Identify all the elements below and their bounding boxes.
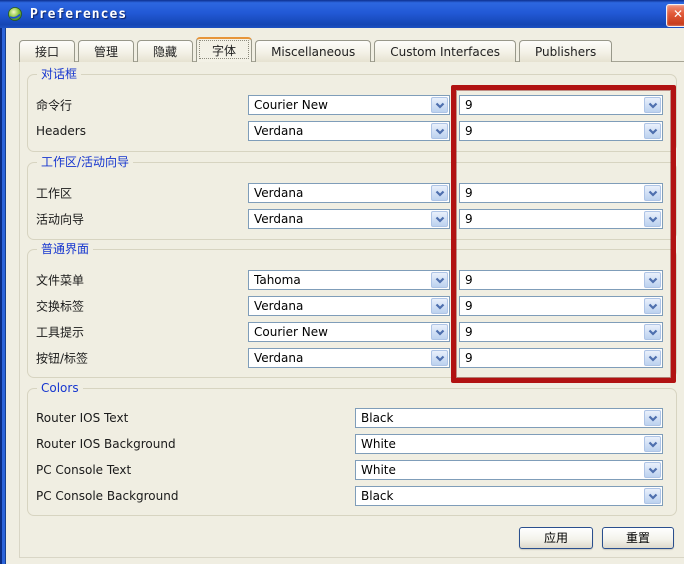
- router-ios-text-color-select[interactable]: Black: [355, 408, 663, 428]
- switch-tabs-font-select[interactable]: Verdana: [248, 296, 450, 316]
- chevron-down-icon: [644, 324, 661, 340]
- activity-wizard-size-select[interactable]: 9: [459, 209, 663, 229]
- group-workspace: 工作区/活动向导 工作区 Verdana 9 活动向导 Verdana: [27, 162, 677, 240]
- command-line-font-select[interactable]: Courier New: [248, 95, 450, 115]
- row-command-line: 命令行 Courier New 9: [36, 95, 676, 115]
- tooltip-label: 工具提示: [36, 324, 84, 341]
- chevron-down-icon: [644, 123, 661, 139]
- chevron-down-icon: [644, 488, 661, 504]
- router-ios-background-color-select[interactable]: White: [355, 434, 663, 454]
- headers-label: Headers: [36, 124, 86, 138]
- tab-publishers[interactable]: Publishers: [519, 40, 612, 62]
- chevron-down-icon: [431, 324, 448, 340]
- row-activity-wizard: 活动向导 Verdana 9: [36, 209, 676, 229]
- reset-button[interactable]: 重置: [602, 527, 674, 549]
- tab-font[interactable]: 字体: [196, 37, 252, 62]
- group-dialogs: 对话框 命令行 Courier New 9 Headers Verdana: [27, 74, 677, 152]
- group-workspace-title: 工作区/活动向导: [37, 155, 133, 170]
- file-menu-font-select[interactable]: Tahoma: [248, 270, 450, 290]
- chevron-down-icon: [431, 211, 448, 227]
- chevron-down-icon: [644, 410, 661, 426]
- row-pc-console-background: PC Console Background Black: [36, 486, 676, 506]
- close-button[interactable]: ✕: [666, 4, 684, 27]
- window-title: Preferences: [30, 7, 127, 22]
- switch-tabs-label: 交换标签: [36, 298, 84, 315]
- workspace-size-select[interactable]: 9: [459, 183, 663, 203]
- headers-size-select[interactable]: 9: [459, 121, 663, 141]
- tab-miscellaneous[interactable]: Miscellaneous: [255, 40, 371, 62]
- chevron-down-icon: [644, 272, 661, 288]
- button-label-font-select[interactable]: Verdana: [248, 348, 450, 368]
- group-general-interface: 普通界面 文件菜单 Tahoma 9 交换标签 Verdana: [27, 249, 677, 378]
- pc-console-background-label: PC Console Background: [36, 489, 178, 503]
- title-bar[interactable]: Preferences ✕: [0, 0, 684, 28]
- row-router-ios-text: Router IOS Text Black: [36, 408, 676, 428]
- row-pc-console-text: PC Console Text White: [36, 460, 676, 480]
- preferences-dialog: Preferences ✕ 接口 管理 隐藏 字体 Miscellaneous …: [0, 0, 684, 564]
- chevron-down-icon: [644, 185, 661, 201]
- row-file-menu: 文件菜单 Tahoma 9: [36, 270, 676, 290]
- activity-wizard-font-select[interactable]: Verdana: [248, 209, 450, 229]
- row-workspace: 工作区 Verdana 9: [36, 183, 676, 203]
- chevron-down-icon: [431, 272, 448, 288]
- button-label-label: 按钮/标签: [36, 350, 88, 367]
- chevron-down-icon: [644, 350, 661, 366]
- row-tooltip: 工具提示 Courier New 9: [36, 322, 676, 342]
- chevron-down-icon: [644, 436, 661, 452]
- workspace-label: 工作区: [36, 185, 72, 202]
- headers-font-select[interactable]: Verdana: [248, 121, 450, 141]
- tab-administrative[interactable]: 管理: [78, 40, 134, 62]
- row-switch-tabs: 交换标签 Verdana 9: [36, 296, 676, 316]
- file-menu-size-select[interactable]: 9: [459, 270, 663, 290]
- chevron-down-icon: [644, 211, 661, 227]
- pc-console-background-color-select[interactable]: Black: [355, 486, 663, 506]
- tab-bar: 接口 管理 隐藏 字体 Miscellaneous Custom Interfa…: [19, 38, 615, 62]
- chevron-down-icon: [644, 298, 661, 314]
- row-router-ios-background: Router IOS Background White: [36, 434, 676, 454]
- app-icon: [7, 6, 23, 22]
- file-menu-label: 文件菜单: [36, 272, 84, 289]
- command-line-label: 命令行: [36, 97, 72, 114]
- command-line-size-select[interactable]: 9: [459, 95, 663, 115]
- activity-wizard-label: 活动向导: [36, 211, 84, 228]
- chevron-down-icon: [431, 350, 448, 366]
- switch-tabs-size-select[interactable]: 9: [459, 296, 663, 316]
- group-colors-title: Colors: [37, 381, 83, 396]
- close-icon: ✕: [673, 7, 683, 21]
- chevron-down-icon: [644, 462, 661, 478]
- tab-custom-interfaces[interactable]: Custom Interfaces: [374, 40, 516, 62]
- group-dialogs-title: 对话框: [37, 67, 81, 82]
- chevron-down-icon: [431, 123, 448, 139]
- chevron-down-icon: [431, 185, 448, 201]
- router-ios-text-label: Router IOS Text: [36, 411, 128, 425]
- row-button-label: 按钮/标签 Verdana 9: [36, 348, 676, 368]
- apply-button[interactable]: 应用: [519, 527, 593, 549]
- tab-interface[interactable]: 接口: [19, 40, 75, 62]
- tab-hide[interactable]: 隐藏: [137, 40, 193, 62]
- chevron-down-icon: [431, 298, 448, 314]
- chevron-down-icon: [431, 97, 448, 113]
- pc-console-text-color-select[interactable]: White: [355, 460, 663, 480]
- button-label-size-select[interactable]: 9: [459, 348, 663, 368]
- group-colors: Colors Router IOS Text Black Router IOS …: [27, 388, 677, 516]
- workspace-font-select[interactable]: Verdana: [248, 183, 450, 203]
- tooltip-size-select[interactable]: 9: [459, 322, 663, 342]
- router-ios-background-label: Router IOS Background: [36, 437, 176, 451]
- chevron-down-icon: [644, 97, 661, 113]
- dialog-content: 接口 管理 隐藏 字体 Miscellaneous Custom Interfa…: [6, 28, 684, 564]
- tooltip-font-select[interactable]: Courier New: [248, 322, 450, 342]
- group-general-interface-title: 普通界面: [37, 242, 93, 257]
- row-headers: Headers Verdana 9: [36, 121, 676, 141]
- pc-console-text-label: PC Console Text: [36, 463, 131, 477]
